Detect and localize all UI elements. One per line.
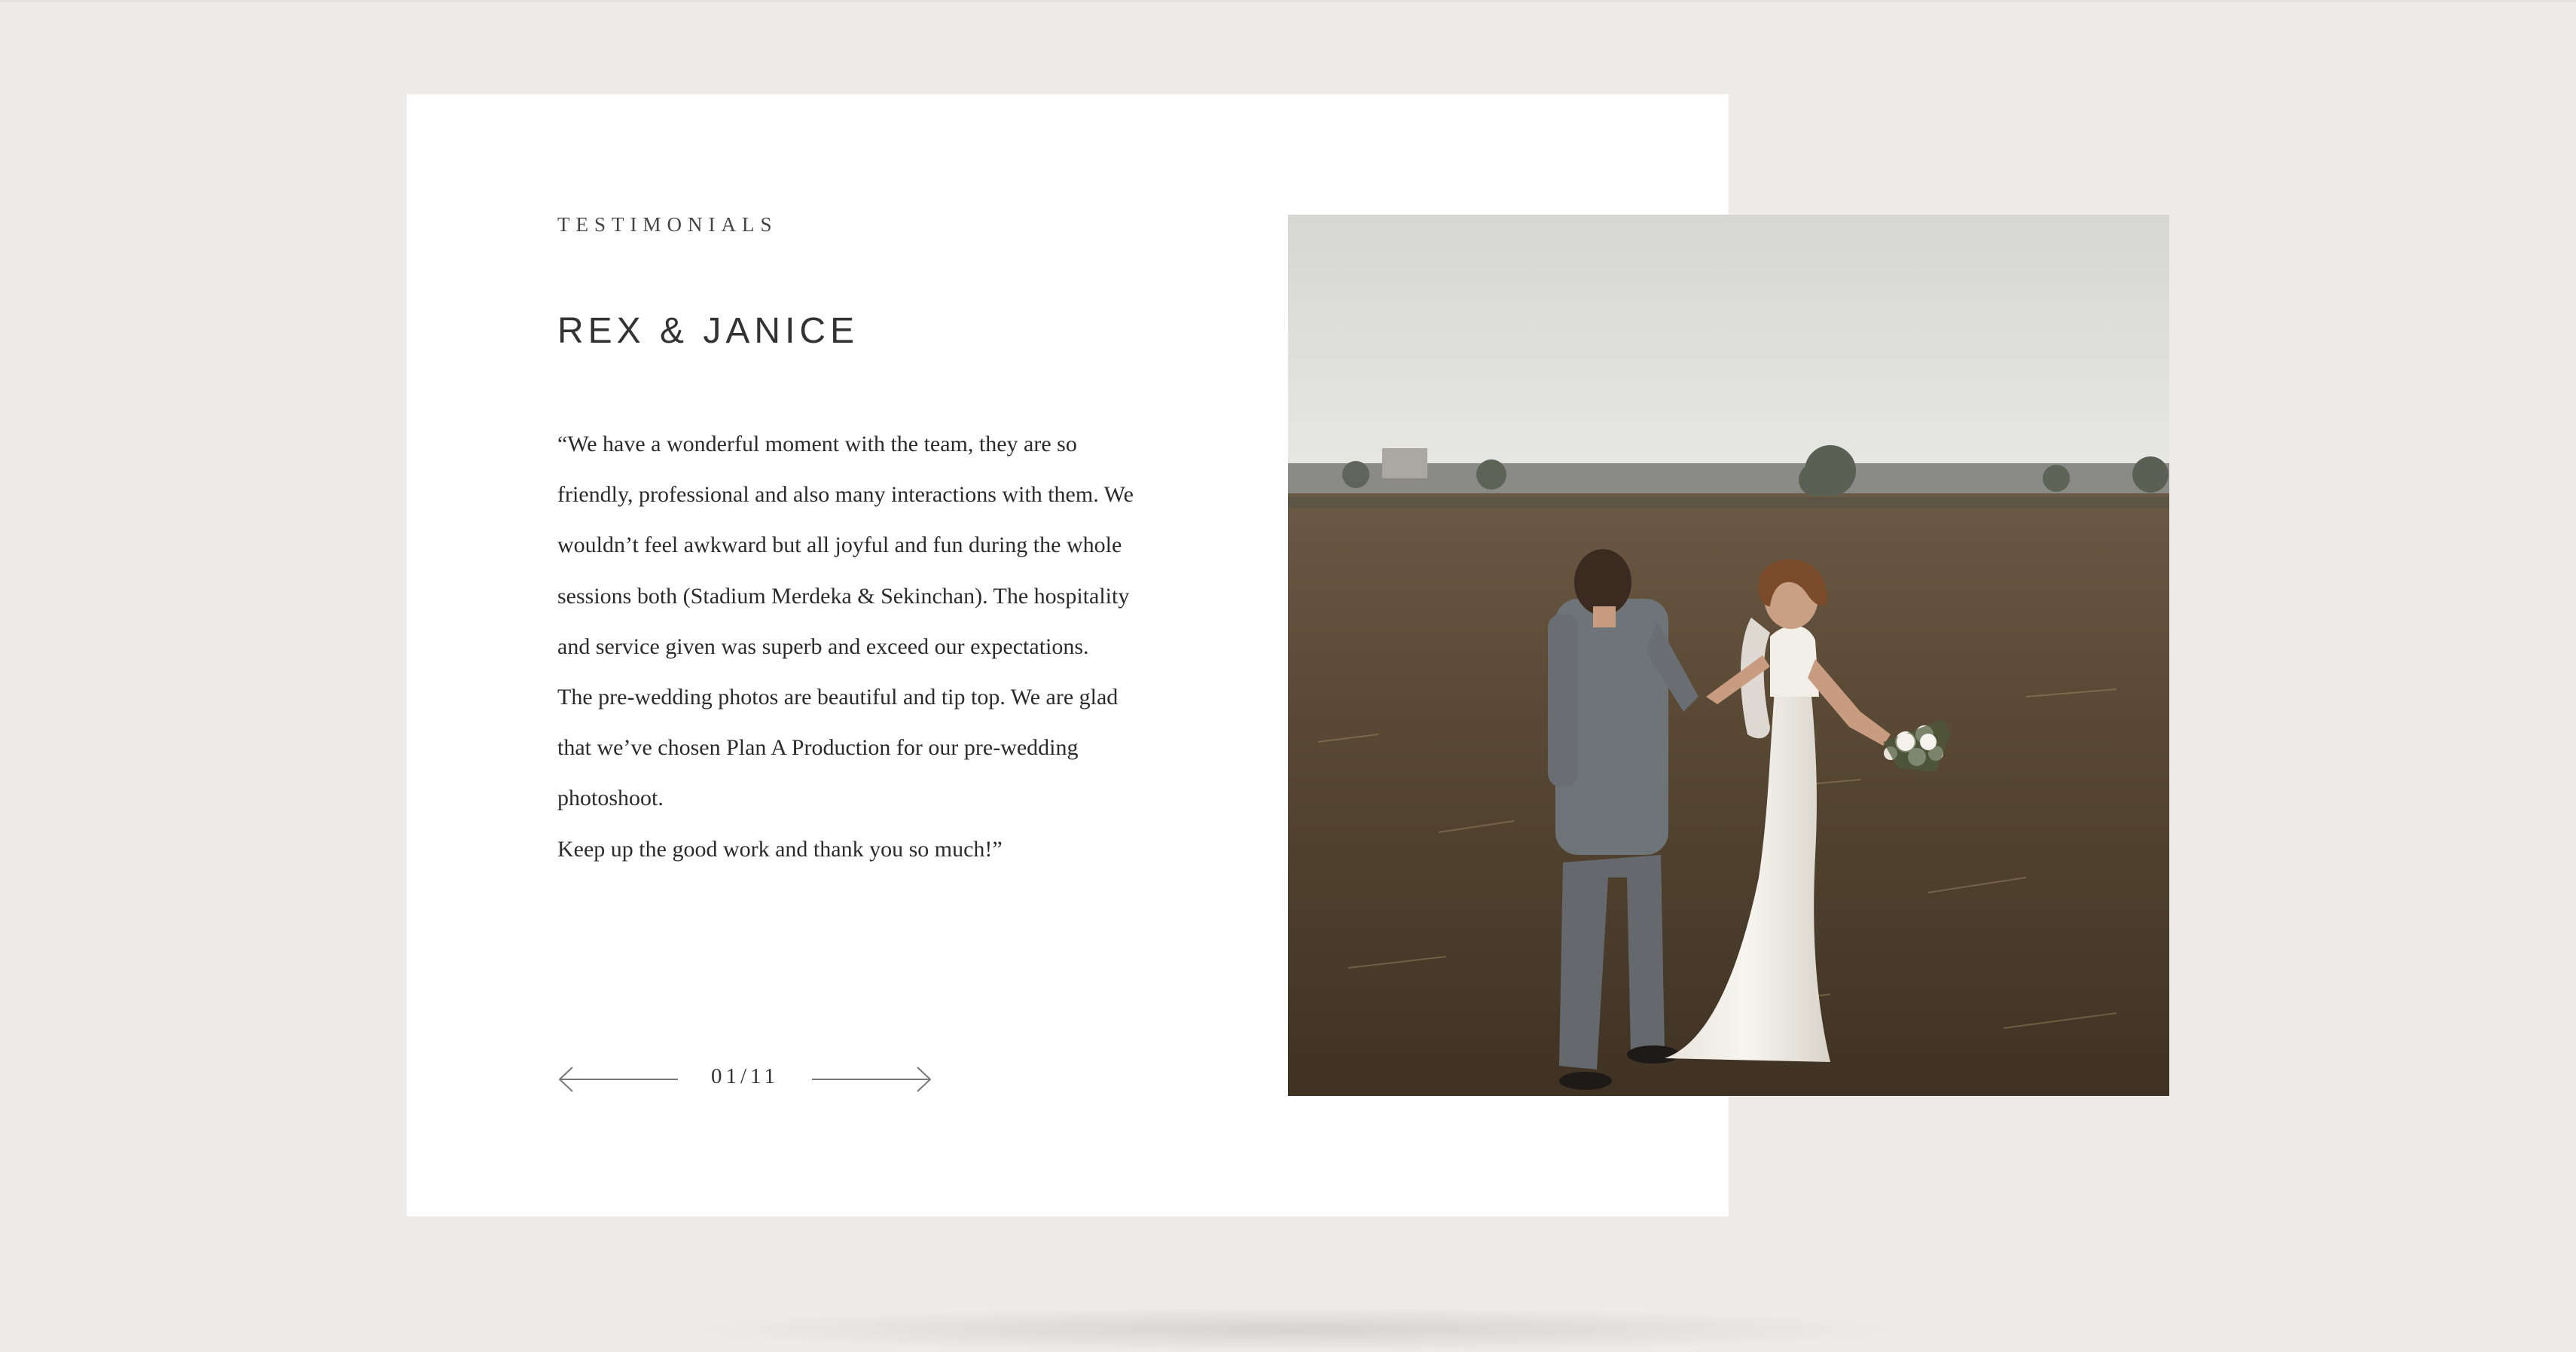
- quote-paragraph: The pre-wedding photos are beautiful and…: [557, 685, 1119, 811]
- section-eyebrow: TESTIMONIALS: [557, 213, 778, 236]
- couple-photo: [1288, 215, 2169, 1096]
- previous-button[interactable]: [557, 1058, 681, 1100]
- top-border: [0, 0, 2576, 2]
- arrow-right-icon: [812, 1067, 932, 1092]
- slide-counter: 01/11: [711, 1064, 779, 1088]
- testimonial-pager: 01/11: [557, 1058, 949, 1100]
- couple-photo-illustration: [1288, 215, 2169, 1096]
- footer-shadow: [678, 1307, 1913, 1352]
- testimonial-quote: “We have a wonderful moment with the tea…: [557, 419, 1152, 874]
- next-button[interactable]: [809, 1058, 932, 1100]
- testimonial-author: REX & JANICE: [557, 311, 859, 351]
- quote-paragraph: Keep up the good work and thank you so m…: [557, 836, 1003, 862]
- arrow-left-icon: [558, 1067, 678, 1092]
- quote-paragraph: “We have a wonderful moment with the tea…: [557, 432, 1134, 659]
